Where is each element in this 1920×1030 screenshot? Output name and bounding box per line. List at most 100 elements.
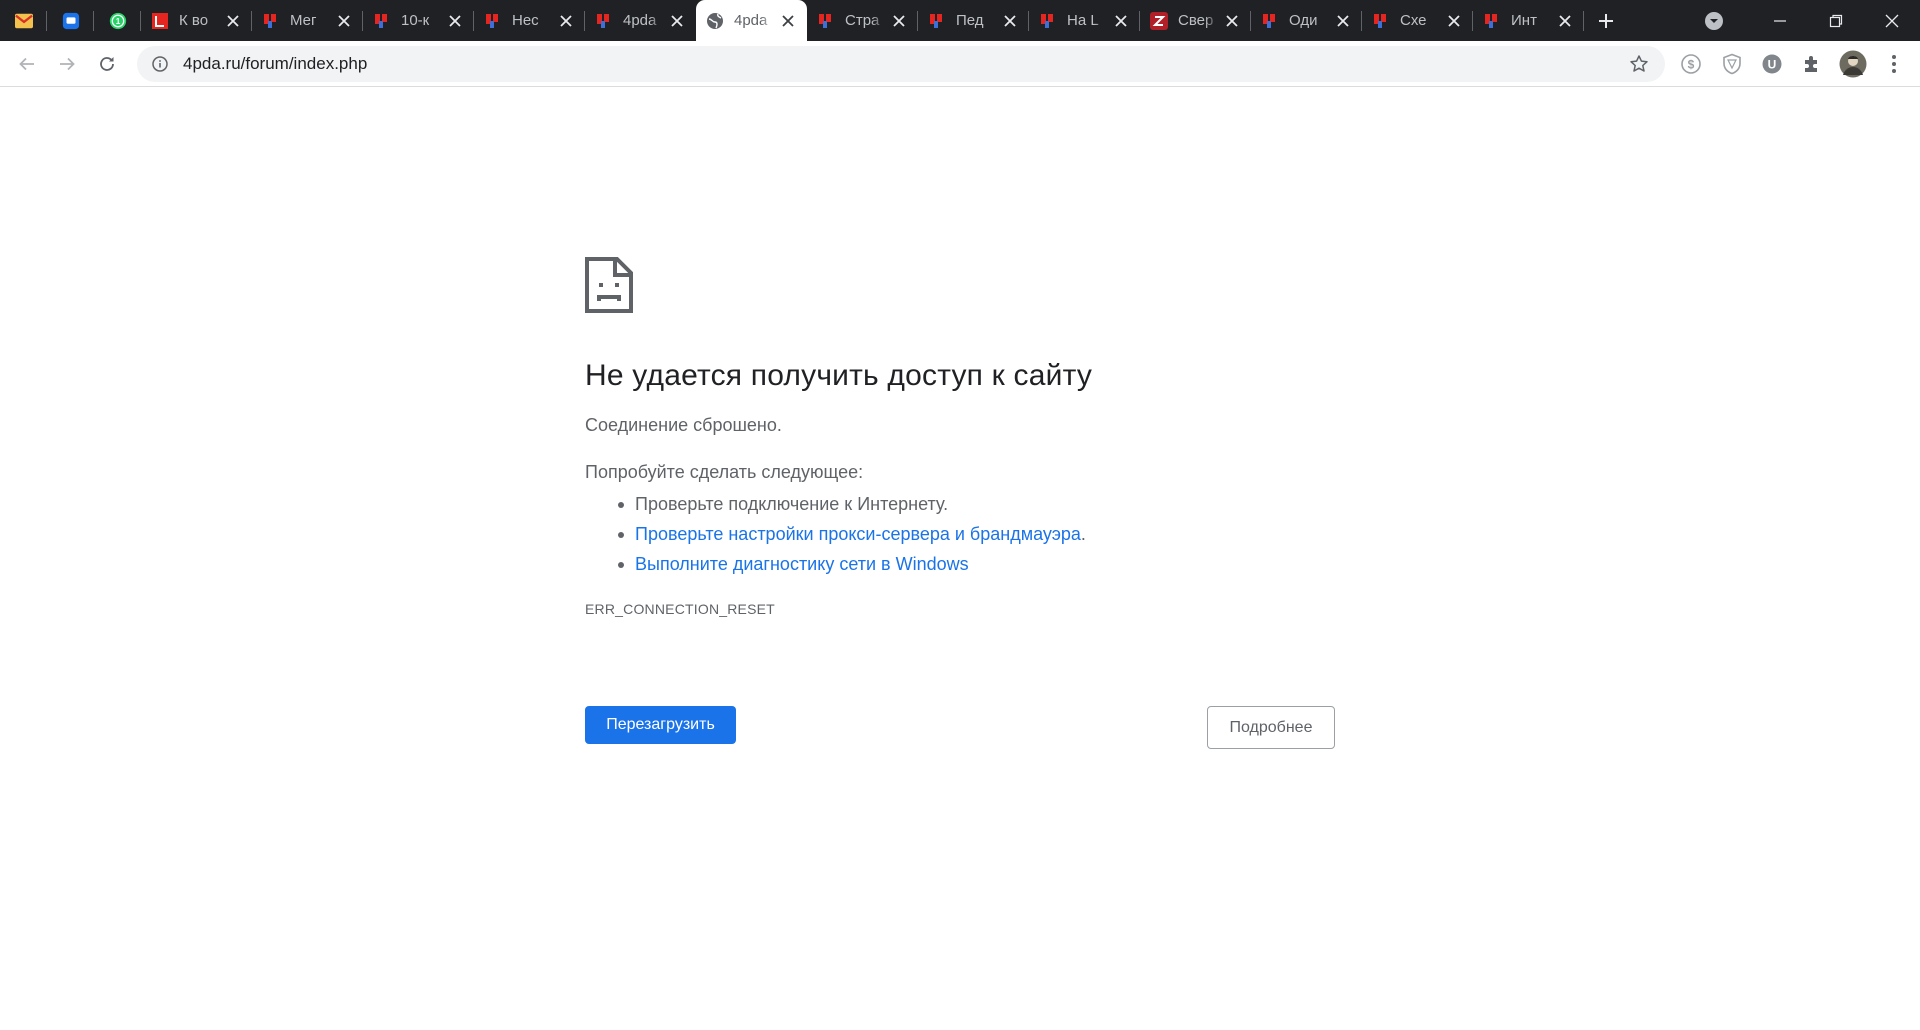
tab-close-icon[interactable] — [890, 12, 908, 30]
error-container: Не удается получить доступ к сайту Соеди… — [585, 257, 1335, 617]
tab-title: 4pda — [734, 12, 768, 29]
browser-tab[interactable]: К во — [141, 0, 252, 41]
browser-tab[interactable]: Схе — [1362, 0, 1473, 41]
browser-tab[interactable] — [0, 0, 47, 41]
tab-close-icon[interactable] — [557, 12, 575, 30]
more-vertical-icon — [1892, 55, 1896, 73]
error-title: Не удается получить доступ к сайту — [585, 359, 1093, 392]
tab-title: Мег — [290, 12, 317, 29]
tab-title: Стра — [845, 12, 880, 29]
tab-title: 4pda — [623, 12, 657, 29]
details-button[interactable]: Подробнее — [1207, 706, 1335, 749]
reload-icon — [100, 56, 114, 71]
error-code: ERR_CONNECTION_RESET — [585, 601, 775, 617]
suggestion-diagnostics: Выполните диагностику сети в Windows — [618, 549, 1335, 579]
browser-tab[interactable]: 4pda — [585, 0, 696, 41]
forward-button[interactable] — [47, 44, 87, 84]
browser-tab[interactable]: 10-к — [363, 0, 474, 41]
avatar — [1839, 50, 1867, 78]
browser-tab[interactable]: Пед — [918, 0, 1029, 41]
tab-close-icon[interactable] — [1445, 12, 1463, 30]
tab-title: 10-к — [401, 12, 430, 29]
shield-icon — [1723, 53, 1741, 75]
tab-title: Инт — [1511, 12, 1537, 29]
restore-icon — [1829, 14, 1843, 27]
yandex-icon — [928, 12, 946, 30]
tab-close-icon[interactable] — [224, 12, 242, 30]
tab-close-icon[interactable] — [446, 12, 464, 30]
tab-search-button[interactable] — [1694, 0, 1734, 41]
tab-title: Нес — [512, 12, 539, 29]
ublock-icon: U — [1762, 54, 1782, 74]
suggestions-list: Проверьте подключение к Интернету. Прове… — [585, 489, 1335, 579]
tab-close-icon[interactable] — [1334, 12, 1352, 30]
address-bar[interactable]: 4pda.ru/forum/index.php — [137, 46, 1665, 82]
svg-text:1: 1 — [115, 16, 120, 25]
suggestion-proxy: Проверьте настройки прокси-сервера и бра… — [618, 519, 1335, 549]
puzzle-icon — [1805, 56, 1817, 72]
tab-title: К во — [179, 12, 209, 29]
tab-close-icon[interactable] — [1223, 12, 1241, 30]
browser-tab[interactable]: На L — [1029, 0, 1140, 41]
back-button[interactable] — [7, 44, 47, 84]
dollar-circle-icon: $ — [1681, 54, 1701, 74]
browser-tab[interactable]: 1 — [94, 0, 141, 41]
tab-title: Схе — [1400, 12, 1427, 29]
yandex-icon — [595, 12, 613, 30]
star-icon — [1630, 55, 1648, 72]
page-content: Не удается получить доступ к сайту Соеди… — [0, 87, 1920, 1030]
svg-text:$: $ — [1688, 58, 1695, 72]
extension-shield-button[interactable] — [1712, 41, 1752, 87]
browser-tab[interactable]: Оди — [1251, 0, 1362, 41]
yandex-icon — [1039, 12, 1057, 30]
tab-close-icon[interactable] — [335, 12, 353, 30]
suggestion-proxy-tail: . — [1080, 524, 1086, 544]
tab-close-icon[interactable] — [1556, 12, 1574, 30]
minimize-button[interactable] — [1752, 0, 1808, 41]
site-info-icon[interactable] — [141, 46, 179, 82]
network-diagnostics-link[interactable]: Выполните диагностику сети в Windows — [635, 554, 969, 574]
whatsapp-icon: 1 — [109, 12, 127, 30]
browser-toolbar: 4pda.ru/forum/index.php $ U — [0, 41, 1920, 87]
yandex-icon — [1372, 12, 1390, 30]
browser-tab[interactable]: Свер — [1140, 0, 1251, 41]
window-controls — [1694, 0, 1920, 41]
close-icon — [1885, 14, 1899, 27]
profile-avatar-button[interactable] — [1833, 41, 1873, 87]
browser-tab[interactable]: Мег — [252, 0, 363, 41]
tab-close-icon[interactable] — [1001, 12, 1019, 30]
browser-tab[interactable] — [47, 0, 94, 41]
browser-tab[interactable]: Нес — [474, 0, 585, 41]
tab-list: 1 К во Мег 10-к Нес 4pda 4pda Стра Пед На L Свер Од… — [0, 0, 1584, 41]
browser-tab[interactable]: 4pda — [696, 0, 807, 41]
browser-menu-button[interactable] — [1874, 41, 1914, 87]
close-window-button[interactable] — [1864, 0, 1920, 41]
restore-button[interactable] — [1808, 0, 1864, 41]
tab-close-icon[interactable] — [1112, 12, 1130, 30]
tab-strip: 1 К во Мег 10-к Нес 4pda 4pda Стра Пед На L Свер Од… — [0, 0, 1920, 41]
reload-button[interactable] — [87, 44, 127, 84]
proxy-firewall-link[interactable]: Проверьте настройки прокси-сервера и бра… — [635, 524, 1081, 544]
suggestion-check-connection: Проверьте подключение к Интернету. — [618, 489, 1335, 519]
url-text[interactable]: 4pda.ru/forum/index.php — [183, 54, 1619, 74]
minimize-icon — [1774, 19, 1786, 22]
new-tab-button[interactable] — [1584, 0, 1628, 41]
browser-tab[interactable]: Стра — [807, 0, 918, 41]
bookmark-star-button[interactable] — [1619, 46, 1659, 82]
browser-tab[interactable]: Инт — [1473, 0, 1584, 41]
chevron-down-circle-icon — [1705, 11, 1723, 30]
extension-ublock-button[interactable]: U — [1752, 41, 1792, 87]
tab-close-icon[interactable] — [668, 12, 686, 30]
sad-file-icon — [585, 257, 633, 313]
yandex-icon — [1261, 12, 1279, 30]
extension-dollar-button[interactable]: $ — [1671, 41, 1711, 87]
yandex-icon — [817, 12, 835, 30]
tab-close-icon[interactable] — [779, 12, 797, 30]
extensions-puzzle-button[interactable] — [1792, 41, 1832, 87]
tab-title: На L — [1067, 12, 1099, 29]
suggestions-heading: Попробуйте сделать следующее: — [585, 462, 864, 482]
tab-separator — [1583, 11, 1584, 31]
tab-title: Оди — [1289, 12, 1318, 29]
reload-page-button[interactable]: Перезагрузить — [585, 706, 736, 744]
red-square-icon — [151, 12, 169, 30]
